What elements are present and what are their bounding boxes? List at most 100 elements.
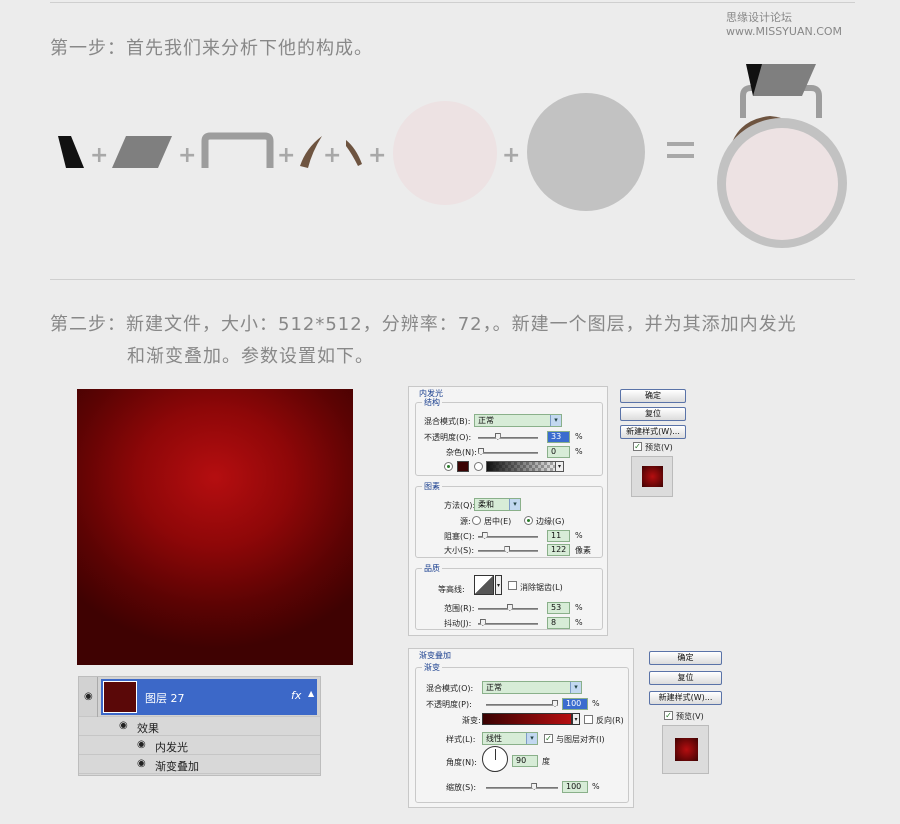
preview-checkbox[interactable]: ✓ <box>633 442 642 451</box>
pixels-label: 像素 <box>575 546 591 555</box>
slider-thumb <box>552 700 558 707</box>
source-center-label: 居中(E) <box>484 517 512 526</box>
equals-bar-bottom <box>667 154 694 158</box>
reset-button[interactable]: 复位 <box>620 407 686 421</box>
elements-title: 图素 <box>422 481 442 492</box>
opacity-input[interactable]: 33 <box>547 431 570 443</box>
opacity-slider[interactable] <box>486 700 558 707</box>
percent-label: % <box>575 447 583 456</box>
eye-icon[interactable]: ◉ <box>119 720 128 731</box>
chevron-down-icon: ▾ <box>570 682 581 693</box>
source-label: 源: <box>460 517 471 526</box>
glow-gradient-picker[interactable]: ▾ <box>486 461 564 472</box>
style-preview-box <box>662 725 709 774</box>
color-radio[interactable] <box>444 462 453 471</box>
effect-row-gradient-overlay[interactable]: ◉ 渐变叠加 <box>79 755 320 774</box>
opacity-input[interactable]: 100 <box>562 698 588 710</box>
opacity-label: 不透明度(P): <box>426 700 472 709</box>
slider-thumb <box>481 532 488 539</box>
gradient-picker[interactable] <box>482 713 572 725</box>
result-composite <box>717 64 847 248</box>
layer-row[interactable]: ◉ 图层 27 fx ▲ <box>79 677 320 717</box>
angle-dial[interactable] <box>482 746 508 772</box>
range-slider[interactable] <box>478 604 538 611</box>
contour-picker[interactable] <box>474 575 494 595</box>
ok-button[interactable]: 确定 <box>649 651 722 665</box>
eye-icon[interactable]: ◉ <box>137 739 146 750</box>
eye-icon[interactable]: ◉ <box>137 758 146 769</box>
quality-group: 品质 等高线: ▾ 消除锯齿(L) 范围(R): 53 % 抖动(J): 8 % <box>415 563 603 630</box>
noise-input[interactable]: 0 <box>547 446 570 458</box>
noise-slider[interactable] <box>478 448 538 455</box>
jitter-input[interactable]: 8 <box>547 617 570 629</box>
scale-input[interactable]: 100 <box>562 781 588 793</box>
ok-button[interactable]: 确定 <box>620 389 686 403</box>
percent-label: % <box>592 699 600 708</box>
top-divider <box>50 2 855 3</box>
layer-name[interactable]: 图层 27 <box>145 690 185 706</box>
plus-sign: + <box>277 143 295 168</box>
choke-input[interactable]: 11 <box>547 530 570 542</box>
style-label: 样式(L): <box>446 735 476 744</box>
range-input[interactable]: 53 <box>547 602 570 614</box>
effects-row[interactable]: ◉ 效果 <box>79 717 320 736</box>
expand-arrow-icon[interactable]: ▲ <box>308 689 314 698</box>
style-preview-swatch <box>642 466 663 487</box>
gradient-section-title: 渐变 <box>422 662 442 673</box>
chevron-down-icon: ▾ <box>509 499 520 510</box>
chevron-down-icon: ▾ <box>526 733 537 744</box>
piece-horn-right <box>346 140 362 166</box>
opacity-label: 不透明度(O): <box>424 433 472 442</box>
reverse-checkbox[interactable] <box>584 715 593 724</box>
range-label: 范围(R): <box>444 604 475 613</box>
size-slider[interactable] <box>478 546 538 553</box>
piece-dark-slant <box>58 136 84 168</box>
blend-mode-label: 混合模式(O): <box>426 684 474 693</box>
noise-label: 杂色(N): <box>446 448 477 457</box>
slider-thumb <box>531 783 538 790</box>
preview-label: 预览(V) <box>645 443 673 452</box>
inner-glow-panel: 内发光 结构 混合模式(B): 正常 ▾ 不透明度(O): 33 % 杂色(N):… <box>408 386 608 636</box>
size-input[interactable]: 122 <box>547 544 570 556</box>
chevron-down-icon: ▾ <box>555 462 563 471</box>
effects-label: 效果 <box>137 722 159 735</box>
antialias-checkbox[interactable] <box>508 581 517 590</box>
chevron-down-icon: ▾ <box>550 415 561 426</box>
jitter-slider[interactable] <box>478 619 538 626</box>
structure-title: 结构 <box>422 397 442 408</box>
fx-icon[interactable]: fx <box>291 689 301 702</box>
style-select[interactable]: 线性 ▾ <box>482 732 538 745</box>
preview-label: 预览(V) <box>676 712 704 721</box>
source-edge-radio[interactable] <box>524 516 533 525</box>
chevron-down-icon[interactable]: ▾ <box>495 575 502 595</box>
opacity-slider[interactable] <box>478 433 538 440</box>
step2-heading-line1: 第二步：新建文件，大小：512*512，分辨率：72，。新建一个图层，并为其添加… <box>50 314 797 335</box>
effect-row-inner-glow[interactable]: ◉ 内发光 <box>79 736 320 755</box>
method-label: 方法(Q): <box>444 501 476 510</box>
composition-diagram: + + + + + + <box>58 64 847 248</box>
scale-slider[interactable] <box>486 783 558 790</box>
blend-mode-select[interactable]: 正常 ▾ <box>482 681 582 694</box>
reset-button[interactable]: 复位 <box>649 671 722 685</box>
preview-checkbox[interactable]: ✓ <box>664 711 673 720</box>
watermark-text: 思缘设计论坛 www.MISSYUAN.COM <box>726 11 843 38</box>
chevron-down-icon[interactable]: ▾ <box>572 713 580 725</box>
new-style-button[interactable]: 新建样式(W)... <box>620 425 686 439</box>
align-checkbox[interactable]: ✓ <box>544 734 553 743</box>
new-style-button[interactable]: 新建样式(W)... <box>649 691 722 705</box>
angle-input[interactable]: 90 <box>512 755 538 767</box>
gradient-radio[interactable] <box>474 462 483 471</box>
layer-thumbnail <box>103 681 137 713</box>
eye-icon[interactable]: ◉ <box>84 691 93 702</box>
size-label: 大小(S): <box>444 546 475 555</box>
glow-color-swatch[interactable] <box>457 461 469 472</box>
source-center-radio[interactable] <box>472 516 481 525</box>
gray-circle <box>527 93 645 211</box>
blend-mode-select[interactable]: 正常 ▾ <box>474 414 562 427</box>
choke-slider[interactable] <box>478 532 538 539</box>
slider-thumb <box>479 619 486 626</box>
step2-heading-line2: 和渐变叠加。参数设置如下。 <box>127 346 374 367</box>
method-select[interactable]: 柔和 ▾ <box>474 498 521 511</box>
pink-circle <box>393 101 497 205</box>
layers-panel: ◉ 图层 27 fx ▲ ◉ 效果 ◉ 内发光 ◉ 渐变叠加 <box>78 676 321 776</box>
